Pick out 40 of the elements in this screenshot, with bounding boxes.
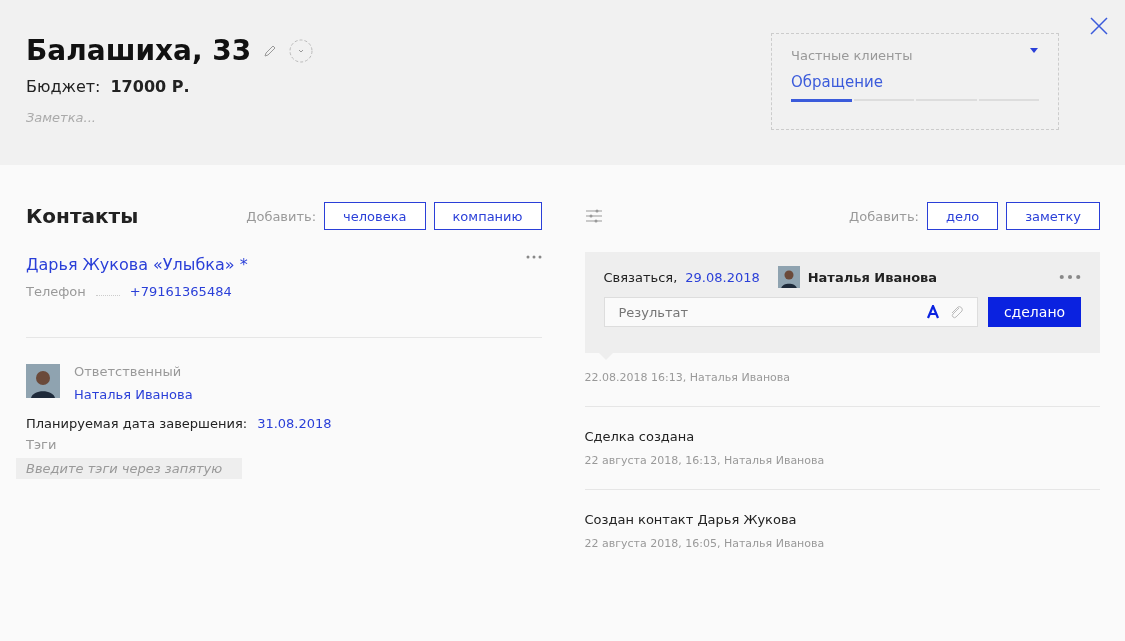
- more-icon[interactable]: [525, 255, 542, 259]
- result-input-field[interactable]: Результат: [603, 297, 978, 327]
- dropdown-caret-icon[interactable]: [1029, 48, 1039, 54]
- task-user: Наталья Иванова: [807, 269, 938, 285]
- avatar-icon: [26, 364, 60, 398]
- add-button[interactable]: компанию: [433, 202, 542, 230]
- pencil-icon[interactable]: [263, 43, 278, 58]
- phone-label: Телефон: [26, 284, 86, 299]
- close-icon[interactable]: [1089, 16, 1109, 36]
- task-date-link[interactable]: 29.08.2018: [685, 269, 760, 285]
- phone-link[interactable]: +79161365484: [129, 284, 232, 299]
- done-button[interactable]: сделано: [988, 297, 1081, 327]
- event-meta: 22 августа 2018, 16:13, Наталья Иванова: [584, 454, 826, 467]
- event-meta: 22 августа 2018, 16:05, Наталья Иванова: [584, 537, 826, 550]
- event-title: Сделка создана: [584, 429, 696, 444]
- due-date-link[interactable]: 31.08.2018: [257, 416, 332, 431]
- dashed-circle-icon[interactable]: [289, 38, 314, 63]
- responsible-label: Ответственный: [74, 364, 183, 379]
- due-date-label: Планируемая дата завершения:: [26, 416, 248, 431]
- tags-input-field[interactable]: Введите тэги через запятую: [16, 458, 242, 479]
- contacts-title: Контакты: [26, 204, 139, 228]
- responsible-link[interactable]: Наталья Иванова: [74, 387, 193, 402]
- deal-title: Балашиха, 33: [26, 34, 252, 67]
- task-action: Связаться,: [603, 269, 678, 285]
- contact-name-link[interactable]: Дарья Жукова «Улыбка» *: [26, 255, 248, 274]
- add-button[interactable]: дело: [926, 202, 999, 230]
- add-label: Добавить:: [849, 208, 919, 224]
- sliders-icon[interactable]: [584, 209, 603, 223]
- tags-label: Тэги: [26, 437, 58, 452]
- task-meta: 22.08.2018 16:13, Наталья Иванова: [584, 371, 792, 384]
- add-label: Добавить:: [246, 208, 317, 224]
- paperclip-icon[interactable]: [950, 305, 964, 319]
- add-button[interactable]: человека: [324, 202, 426, 230]
- event-title: Создан контакт Дарья Жукова: [584, 512, 798, 527]
- avatar-icon: [777, 266, 800, 288]
- add-button[interactable]: заметку: [1006, 202, 1100, 230]
- text-format-icon[interactable]: [926, 305, 940, 319]
- stage-name[interactable]: Обращение: [791, 73, 883, 91]
- budget-label: Бюджет:: [26, 77, 101, 96]
- budget-value: 17000 Р.: [110, 77, 190, 96]
